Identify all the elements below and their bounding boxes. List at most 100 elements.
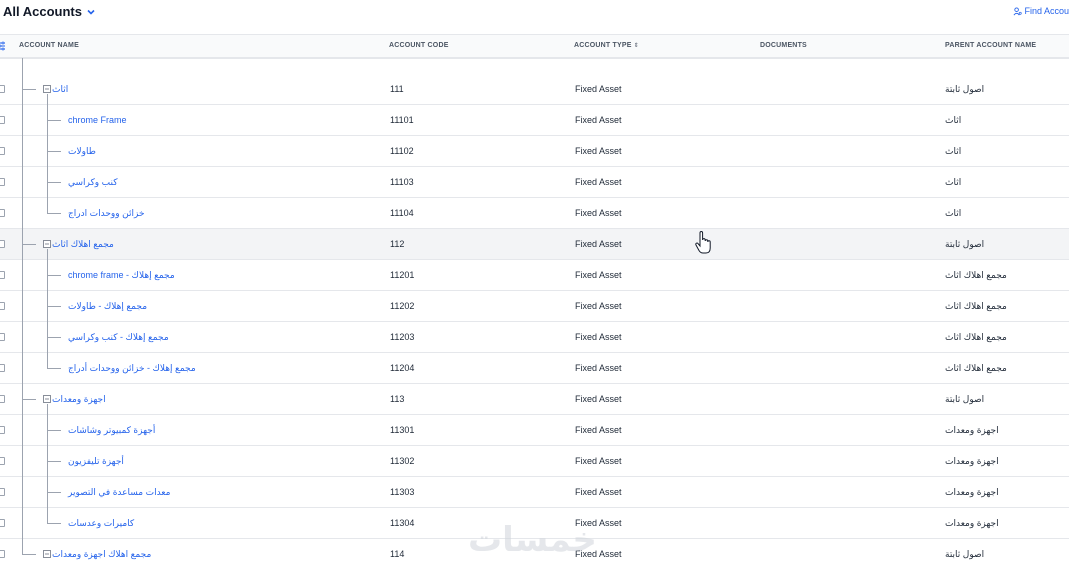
row-checkbox[interactable]: [0, 302, 5, 310]
row-checkbox[interactable]: [0, 209, 5, 217]
row-checkbox[interactable]: [0, 519, 5, 527]
table-row[interactable]: مجمع إهلاك - طاولات 11202 Fixed Asset مجمع …: [0, 291, 1069, 322]
parent-account-name: اجهزة ومعدات: [945, 518, 999, 528]
table-row[interactable]: كنب وكراسي 11103 Fixed Asset اثاث: [0, 167, 1069, 198]
account-type: Fixed Asset: [575, 456, 622, 466]
table-row-group[interactable]: اجهزة ومعدات 113 Fixed Asset اصول ثابتة: [0, 384, 1069, 415]
sort-icon[interactable]: ⇕: [634, 42, 639, 49]
row-checkbox[interactable]: [0, 488, 5, 496]
tree-connector: [22, 554, 36, 555]
row-checkbox[interactable]: [0, 457, 5, 465]
account-name-link[interactable]: مجمع إهلاك - خزائن ووحدات أدراج: [68, 363, 196, 374]
collapse-icon[interactable]: [43, 240, 51, 248]
row-checkbox[interactable]: [0, 271, 5, 279]
account-code: 111: [390, 84, 404, 94]
account-name-link[interactable]: كاميرات وعدسات: [68, 518, 134, 529]
account-name-link[interactable]: اثاث: [52, 84, 68, 95]
account-code: 11104: [390, 208, 414, 218]
table-row-partial[interactable]: 110 Fixed Asset: [0, 58, 1069, 59]
account-code: 11303: [390, 487, 415, 497]
top-bar: All Accounts Find Accou: [0, 0, 1069, 34]
tree-connector: [22, 399, 36, 400]
account-name-link[interactable]: خزائن ووحدات ادراج: [68, 208, 145, 219]
account-type: Fixed Asset: [575, 425, 622, 435]
account-name-link[interactable]: اجهزة ومعدات: [52, 394, 106, 405]
tree-connector: [47, 523, 61, 524]
account-code: 11102: [390, 146, 414, 156]
table-row[interactable]: طاولات 11102 Fixed Asset اثاث: [0, 136, 1069, 167]
account-name-link[interactable]: طاولات: [68, 146, 96, 157]
tree-branch-line: [47, 249, 48, 368]
collapse-icon[interactable]: [43, 395, 51, 403]
column-header-account-type[interactable]: ACCOUNT TYPE ⇕: [574, 42, 639, 49]
find-accounts-button[interactable]: Find Accou: [1013, 6, 1069, 16]
column-settings-icon[interactable]: [0, 41, 6, 51]
parent-account-name: اصول ثابتة: [945, 239, 985, 249]
user-search-icon: [1014, 6, 1023, 15]
account-code: 114: [390, 549, 405, 559]
table-row-group[interactable]: مجمع اهلاك اثاث 112 Fixed Asset اصول ثابتة: [0, 229, 1069, 260]
parent-account-name: اجهزة ومعدات: [945, 425, 999, 435]
table-row[interactable]: معدات مساعدة في التصوير 11303 Fixed Asset ا…: [0, 477, 1069, 508]
account-name-link[interactable]: أجهزة كمبيوتر وشاشات: [68, 425, 155, 436]
row-checkbox[interactable]: [0, 364, 5, 372]
column-header-account-code[interactable]: ACCOUNT CODE: [389, 42, 449, 49]
row-checkbox[interactable]: [0, 333, 5, 341]
account-name-link[interactable]: مجمع اهلاك اثاث: [52, 239, 114, 250]
table-row[interactable]: أجهزة تليفزيون 11302 Fixed Asset اجهزة ومعد…: [0, 446, 1069, 477]
parent-account-name: مجمع اهلاك اثاث: [945, 363, 1007, 373]
account-name-link[interactable]: مجمع إهلاك - طاولات: [68, 301, 147, 312]
row-checkbox[interactable]: [0, 116, 5, 124]
account-code: 11204: [390, 363, 415, 373]
account-name-link[interactable]: مجمع إهلاك - كنب وكراسي: [68, 332, 169, 343]
row-checkbox[interactable]: [0, 240, 5, 248]
hand-cursor-icon: [695, 231, 711, 254]
column-header-parent-account-name[interactable]: PARENT ACCOUNT NAME: [945, 42, 1036, 49]
account-name-link[interactable]: مجمع اهلاك اجهزة ومعدات: [52, 549, 151, 560]
account-code: 11202: [390, 301, 415, 311]
row-checkbox[interactable]: [0, 147, 5, 155]
accounts-table-body: 110 Fixed Asset اثاث 111 Fixed Asset اصول ث…: [0, 58, 1069, 565]
parent-account-name: اثاث: [945, 208, 962, 218]
row-checkbox[interactable]: [0, 178, 5, 186]
account-name-link[interactable]: كنب وكراسي: [68, 177, 117, 188]
tree-branch-line: [47, 404, 48, 523]
account-type-header-label: ACCOUNT TYPE: [574, 42, 632, 49]
account-name-link[interactable]: أجهزة تليفزيون: [68, 456, 124, 467]
account-type: Fixed Asset: [575, 301, 622, 311]
account-code: 11103: [390, 177, 414, 187]
collapse-icon[interactable]: [43, 550, 51, 558]
account-code: 11301: [390, 425, 415, 435]
parent-account-name: مجمع اهلاك اثاث: [945, 332, 1007, 342]
row-checkbox[interactable]: [0, 426, 5, 434]
table-row[interactable]: مجمع إهلاك - chrome frame 11201 Fixed Asse…: [0, 260, 1069, 291]
table-row[interactable]: خزائن ووحدات ادراج 11104 Fixed Asset اثاث: [0, 198, 1069, 229]
chevron-down-icon: [87, 9, 95, 15]
table-row-group[interactable]: اثاث 111 Fixed Asset اصول ثابتة: [0, 74, 1069, 105]
account-code: 112: [390, 239, 405, 249]
row-checkbox[interactable]: [0, 395, 5, 403]
tree-connector: [47, 337, 61, 338]
row-checkbox[interactable]: [0, 85, 5, 93]
account-type: Fixed Asset: [575, 177, 622, 187]
account-name-link[interactable]: مجمع إهلاك - chrome frame: [68, 270, 175, 281]
column-header-documents[interactable]: DOCUMENTS: [760, 42, 807, 49]
account-name-link[interactable]: chrome Frame: [68, 115, 127, 125]
account-type: Fixed Asset: [575, 115, 622, 125]
column-header-account-name[interactable]: ACCOUNT NAME: [19, 42, 79, 49]
tree-connector: [22, 244, 36, 245]
tree-connector: [47, 492, 61, 493]
table-row[interactable]: مجمع إهلاك - كنب وكراسي 11203 Fixed Asset م…: [0, 322, 1069, 353]
parent-account-name: اجهزة ومعدات: [945, 487, 999, 497]
table-row[interactable]: مجمع إهلاك - خزائن ووحدات أدراج 11204 Fixe…: [0, 353, 1069, 384]
table-header: ACCOUNT NAME ACCOUNT CODE ACCOUNT TYPE ⇕ …: [0, 34, 1069, 58]
accounts-view-selector[interactable]: All Accounts: [3, 4, 96, 19]
tree-connector: [47, 368, 61, 369]
row-checkbox[interactable]: [0, 550, 5, 558]
tree-trunk-line: [22, 58, 23, 555]
account-name-link[interactable]: معدات مساعدة في التصوير: [68, 487, 170, 498]
table-row[interactable]: أجهزة كمبيوتر وشاشات 11301 Fixed Asset اجهز…: [0, 415, 1069, 446]
collapse-icon[interactable]: [43, 85, 51, 93]
parent-account-name: مجمع اهلاك اثاث: [945, 301, 1007, 311]
table-row[interactable]: chrome Frame 11101 Fixed Asset اثاث: [0, 105, 1069, 136]
